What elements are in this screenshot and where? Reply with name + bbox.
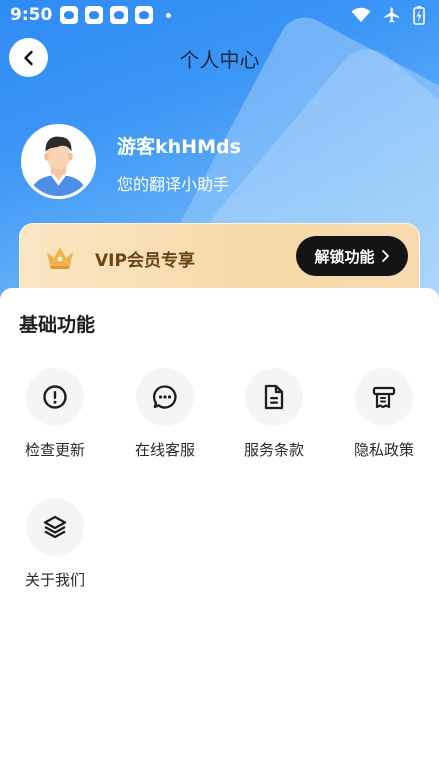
grid-item-terms-of-service[interactable]: 服务条款 xyxy=(219,368,329,468)
grid-item-privacy-policy[interactable]: 隐私政策 xyxy=(329,368,439,468)
icon-circle xyxy=(136,368,194,426)
icon-circle xyxy=(26,368,84,426)
notification-dot xyxy=(166,12,172,18)
section-title: 基础功能 xyxy=(19,314,96,336)
baidu-paw-icon xyxy=(135,6,154,24)
page-title: 个人中心 xyxy=(179,48,260,72)
user-avatar[interactable] xyxy=(21,124,96,199)
vip-card[interactable]: VIP会员专享 解锁功能 xyxy=(19,223,420,293)
crown-icon xyxy=(47,247,73,269)
icon-circle xyxy=(245,368,303,426)
username: 游客khHMds xyxy=(117,136,241,158)
vip-label: VIP会员专享 xyxy=(95,251,195,271)
document-icon xyxy=(264,384,284,410)
icon-circle xyxy=(355,368,413,426)
baidu-paw-icon xyxy=(60,6,79,24)
item-label: 在线客服 xyxy=(134,441,195,459)
item-label: 检查更新 xyxy=(24,441,85,459)
item-label: 关于我们 xyxy=(24,571,85,589)
status-icons xyxy=(351,5,425,25)
grid-item-check-update[interactable]: 检查更新 xyxy=(0,368,110,468)
chevron-right-icon xyxy=(381,250,389,262)
avatar-illustration xyxy=(24,127,93,196)
item-label: 服务条款 xyxy=(243,441,304,459)
unlock-features-button[interactable]: 解锁功能 xyxy=(296,236,408,276)
receipt-icon xyxy=(372,386,396,409)
baidu-paw-icon xyxy=(85,6,104,24)
alert-circle-icon xyxy=(43,385,67,409)
wifi-icon xyxy=(351,7,371,22)
status-bar: 9:50 xyxy=(0,0,439,30)
airplane-icon xyxy=(384,7,399,23)
chat-bubble-icon xyxy=(153,385,177,409)
battery-charging-icon xyxy=(413,6,425,25)
status-time: 9:50 xyxy=(10,5,53,25)
basic-functions-panel: 基础功能 检查更新 在线客服 服务条款 隐私政策 关于我们 xyxy=(0,288,439,780)
icon-circle xyxy=(26,498,84,556)
baidu-paw-icon xyxy=(110,6,129,24)
unlock-button-label: 解锁功能 xyxy=(314,247,375,266)
profile-subtitle: 您的翻译小助手 xyxy=(117,175,230,194)
grid-item-online-service[interactable]: 在线客服 xyxy=(110,368,220,468)
grid-item-about-us[interactable]: 关于我们 xyxy=(0,498,110,598)
item-label: 隐私政策 xyxy=(353,441,414,459)
layers-icon xyxy=(43,515,67,539)
